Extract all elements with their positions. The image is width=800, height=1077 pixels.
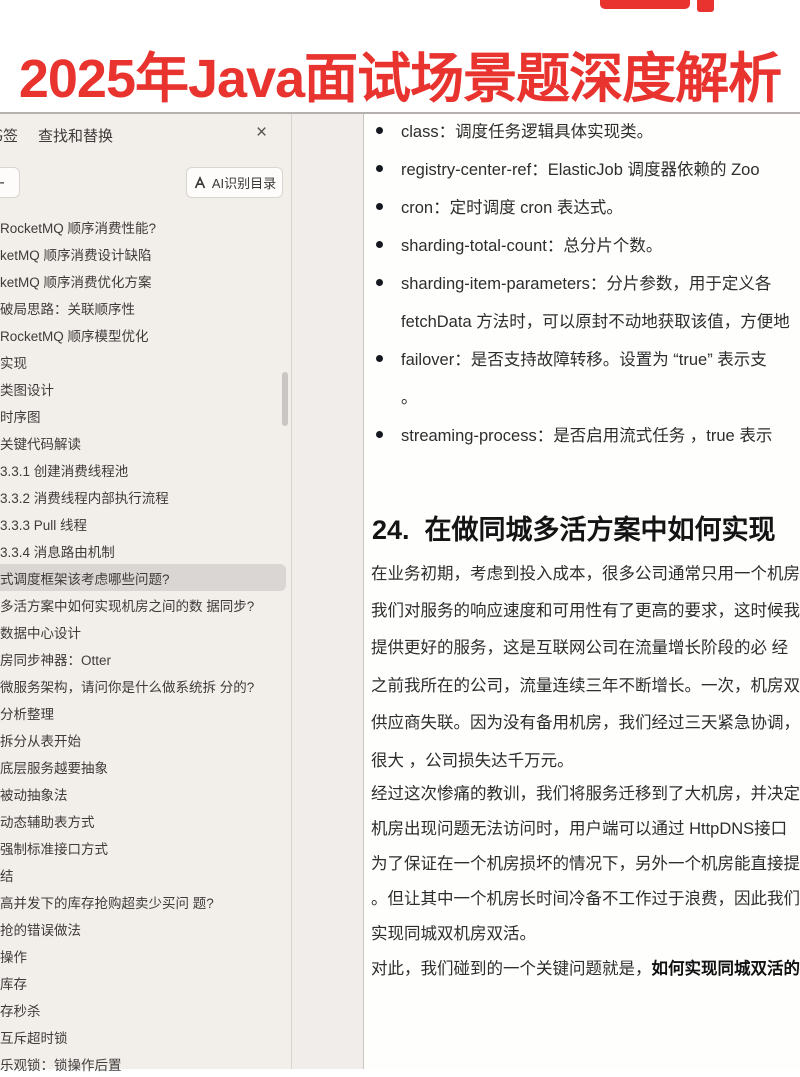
toc-item[interactable]: 式调度框架该考虑哪些问题? bbox=[0, 564, 286, 591]
title-banner: 2025年Java面试场景题深度解析 bbox=[0, 0, 800, 112]
toc-item[interactable]: 分析整理 bbox=[0, 699, 284, 726]
text-line: 提供更好的服务，这是互联网公司在流量增长阶段的必 经 bbox=[364, 628, 800, 665]
bullet-continuation-line: 。 bbox=[364, 377, 800, 415]
toc-item[interactable]: 被动抽象法 bbox=[0, 780, 284, 807]
toc-item[interactable]: 强制标准接口方式 bbox=[0, 834, 284, 861]
tab-bookmarks[interactable]: 书签 bbox=[0, 125, 18, 146]
toc-item[interactable]: 3.3.3 Pull 线程 bbox=[0, 510, 284, 537]
bullet-line: registry-center-ref：ElasticJob 调度器依赖的 Zo… bbox=[364, 149, 800, 187]
toc-item[interactable]: 动态辅助表方式 bbox=[0, 807, 284, 834]
ai-toc-button-label: AI识别目录 bbox=[212, 173, 276, 192]
toc-list: RocketMQ 顺序消费性能?ketMQ 顺序消费设计缺陷ketMQ 顺序消费… bbox=[0, 213, 284, 1077]
bullet-line: streaming-process：是否启用流式任务 ，true 表示 bbox=[364, 415, 800, 453]
toc-item[interactable]: 破局思路：关联顺序性 bbox=[0, 294, 284, 321]
toc-item[interactable]: 乐观锁：锁操作后置 bbox=[0, 1050, 284, 1077]
ai-pen-icon bbox=[193, 176, 207, 190]
bullet-line: sharding-item-parameters：分片参数，用于定义各 bbox=[364, 263, 800, 301]
sidebar-tabs: 书签 查找和替换 bbox=[0, 125, 113, 146]
toc-item[interactable]: 结 bbox=[0, 861, 284, 888]
cutoff-red-text-fragment bbox=[697, 0, 714, 12]
text-line: 之前我所在的公司，流量连续三年不断增长。一次，机房双 bbox=[364, 665, 800, 702]
text-line: 。但让其中一个机房长时间冷备不工作过于浪费，因此我们 bbox=[364, 879, 800, 914]
text-line: 机房出现问题无法访问时，用户端可以通过 HttpDNS接口 bbox=[364, 809, 800, 844]
toc-item[interactable]: 多活方案中如何实现机房之间的数 据同步? bbox=[0, 591, 284, 618]
document-app: 书签 查找和替换 × - AI识别目录 RocketMQ 顺序消费性能?ketM… bbox=[0, 112, 800, 1069]
sidebar-scrollbar-thumb[interactable] bbox=[282, 372, 288, 426]
paragraph: 经过这次惨痛的教训，我们将服务迁移到了大机房，并决定机房出现问题无法访问时，用户… bbox=[364, 774, 800, 984]
toc-item[interactable]: 抢的错误做法 bbox=[0, 915, 284, 942]
toc-item[interactable]: 关键代码解读 bbox=[0, 429, 284, 456]
bullet-continuation-line: fetchData 方法时，可以原封不动地获取该值，方便地 bbox=[364, 301, 800, 339]
bookmarks-sidebar: 书签 查找和替换 × - AI识别目录 RocketMQ 顺序消费性能?ketM… bbox=[0, 114, 292, 1069]
section-heading: 24. 在做同城多活方案中如何实现 bbox=[372, 508, 776, 547]
toc-item[interactable]: 数据中心设计 bbox=[0, 618, 284, 645]
bullet-line: failover：是否支持故障转移。设置为 “true” 表示支 bbox=[364, 339, 800, 377]
toc-item[interactable]: 互斥超时锁 bbox=[0, 1023, 284, 1050]
toc-item[interactable]: 时序图 bbox=[0, 402, 284, 429]
bullet-line: class：调度任务逻辑具体实现类。 bbox=[364, 114, 800, 149]
toc-item[interactable]: 微服务架构，请问你是什么做系统拆 分的? bbox=[0, 672, 284, 699]
text-line: 实现同城双机房双活。 bbox=[364, 914, 800, 949]
ai-toc-button[interactable]: AI识别目录 bbox=[186, 167, 283, 198]
document-page: class：调度任务逻辑具体实现类。registry-center-ref：El… bbox=[363, 114, 800, 1069]
bullet-list: class：调度任务逻辑具体实现类。registry-center-ref：El… bbox=[364, 114, 800, 453]
cutoff-red-text-fragment bbox=[600, 0, 690, 9]
toc-item[interactable]: 3.3.4 消息路由机制 bbox=[0, 537, 284, 564]
toc-item[interactable]: RocketMQ 顺序消费性能? bbox=[0, 213, 284, 240]
paragraph: 在业务初期，考虑到投入成本，很多公司通常只用一个机房我们对服务的响应速度和可用性… bbox=[364, 553, 800, 777]
text-segment: 对此，我们碰到的一个关键问题就是， bbox=[371, 955, 652, 979]
text-line: 供应商失联。因为没有备用机房，我们经过三天紧急协调， bbox=[364, 703, 800, 740]
toc-item[interactable]: 底层服务越要抽象 bbox=[0, 753, 284, 780]
toc-item[interactable]: 拆分从表开始 bbox=[0, 726, 284, 753]
toc-item[interactable]: RocketMQ 顺序模型优化 bbox=[0, 321, 284, 348]
toc-item[interactable]: 3.3.1 创建消费线程池 bbox=[0, 456, 284, 483]
toc-item[interactable]: 高并发下的库存抢购超卖少买问 题? bbox=[0, 888, 284, 915]
collapse-button[interactable]: - bbox=[0, 167, 20, 198]
toc-item[interactable]: 实现 bbox=[0, 348, 284, 375]
toc-item[interactable]: 存秒杀 bbox=[0, 996, 284, 1023]
toc-item[interactable]: 3.3.2 消费线程内部执行流程 bbox=[0, 483, 284, 510]
bold-text-segment: 如何实现同城双活的 bbox=[652, 955, 800, 979]
toc-item[interactable]: ketMQ 顺序消费设计缺陷 bbox=[0, 240, 284, 267]
close-icon[interactable]: × bbox=[256, 123, 267, 143]
text-line: 为了保证在一个机房损坏的情况下，另外一个机房能直接提 bbox=[364, 844, 800, 879]
text-line: 在业务初期，考虑到投入成本，很多公司通常只用一个机房 bbox=[364, 553, 800, 590]
toc-item[interactable]: 库存 bbox=[0, 969, 284, 996]
tab-find-replace[interactable]: 查找和替换 bbox=[38, 125, 113, 146]
bullet-line: cron：定时调度 cron 表达式。 bbox=[364, 187, 800, 225]
text-line-with-bold: 对此，我们碰到的一个关键问题就是，如何实现同城双活的 bbox=[364, 949, 800, 984]
canvas-gutter bbox=[293, 114, 363, 1069]
page-title: 2025年Java面试场景题深度解析 bbox=[0, 34, 800, 113]
text-line: 我们对服务的响应速度和可用性有了更高的要求，这时候我 bbox=[364, 590, 800, 627]
bullet-line: sharding-total-count：总分片个数。 bbox=[364, 225, 800, 263]
toc-item[interactable]: 类图设计 bbox=[0, 375, 284, 402]
text-line: 经过这次惨痛的教训，我们将服务迁移到了大机房，并决定 bbox=[364, 774, 800, 809]
toc-item[interactable]: 操作 bbox=[0, 942, 284, 969]
toc-item[interactable]: 房同步神器：Otter bbox=[0, 645, 284, 672]
toc-item[interactable]: ketMQ 顺序消费优化方案 bbox=[0, 267, 284, 294]
text-line: 很大 ，公司损失达千万元。 bbox=[364, 740, 800, 777]
